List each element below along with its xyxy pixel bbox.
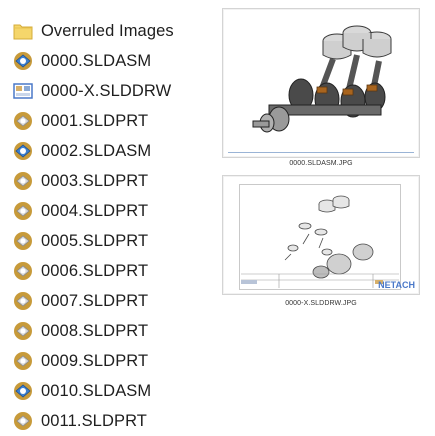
file-name: 0000-X.SLDDRW (41, 81, 172, 100)
file-name: 0005.SLDPRT (41, 231, 149, 250)
solidworks-part-icon (12, 260, 34, 282)
file-name: 0008.SLDPRT (41, 321, 149, 340)
thumbnail-caption: 0000-X.SLDDRW.JPG (285, 300, 357, 307)
file-name: Overruled Images (41, 21, 174, 40)
title-block-text: NETACH (378, 280, 415, 290)
file-item-0011-sldprt[interactable]: 0011.SLDPRT (12, 406, 222, 436)
file-item-0000-sldasm[interactable]: 0000.SLDASM (12, 46, 222, 76)
file-item-0002-sldasm[interactable]: 0002.SLDASM (12, 136, 222, 166)
solidworks-assembly-icon (12, 380, 34, 402)
file-name: 0006.SLDPRT (41, 261, 149, 280)
solidworks-part-icon (12, 170, 34, 192)
file-list: Overruled Images 0000.SLDASM 0000-X.SLDD… (12, 16, 222, 436)
drawing-sheet-border (239, 184, 401, 290)
file-item-0006-sldprt[interactable]: 0006.SLDPRT (12, 256, 222, 286)
thumbnail-frame (222, 8, 420, 158)
solidworks-drawing-icon (12, 80, 34, 102)
thumbnail-frame: NETACH (222, 175, 420, 295)
file-name: 0009.SLDPRT (41, 351, 149, 370)
file-name: 0000.SLDASM (41, 51, 152, 70)
folder-icon (12, 20, 34, 42)
solidworks-part-icon (12, 350, 34, 372)
file-item-0008-sldprt[interactable]: 0008.SLDPRT (12, 316, 222, 346)
crankshaft-assembly-image (252, 25, 392, 133)
file-name: 0002.SLDASM (41, 141, 152, 160)
selection-underline (228, 152, 414, 153)
solidworks-part-icon (12, 290, 34, 312)
file-name: 0003.SLDPRT (41, 171, 149, 190)
solidworks-part-icon (12, 410, 34, 432)
solidworks-part-icon (12, 200, 34, 222)
file-item-0000-x-slddrw[interactable]: 0000-X.SLDDRW (12, 76, 222, 106)
file-item-0009-sldprt[interactable]: 0009.SLDPRT (12, 346, 222, 376)
file-item-overruled-images[interactable]: Overruled Images (12, 16, 222, 46)
file-item-0007-sldprt[interactable]: 0007.SLDPRT (12, 286, 222, 316)
solidworks-part-icon (12, 110, 34, 132)
solidworks-assembly-icon (12, 140, 34, 162)
file-item-0010-sldasm[interactable]: 0010.SLDASM (12, 376, 222, 406)
thumbnail-caption: 0000.SLDASM.JPG (289, 160, 353, 167)
solidworks-part-icon (12, 320, 34, 342)
file-name: 0010.SLDASM (41, 381, 152, 400)
file-item-0005-sldprt[interactable]: 0005.SLDPRT (12, 226, 222, 256)
file-item-0004-sldprt[interactable]: 0004.SLDPRT (12, 196, 222, 226)
file-item-0001-sldprt[interactable]: 0001.SLDPRT (12, 106, 222, 136)
file-name: 0011.SLDPRT (41, 411, 147, 430)
solidworks-assembly-icon (12, 50, 34, 72)
file-name: 0004.SLDPRT (41, 201, 149, 220)
file-item-0003-sldprt[interactable]: 0003.SLDPRT (12, 166, 222, 196)
solidworks-part-icon (12, 230, 34, 252)
file-name: 0007.SLDPRT (41, 291, 149, 310)
file-name: 0001.SLDPRT (41, 111, 149, 130)
